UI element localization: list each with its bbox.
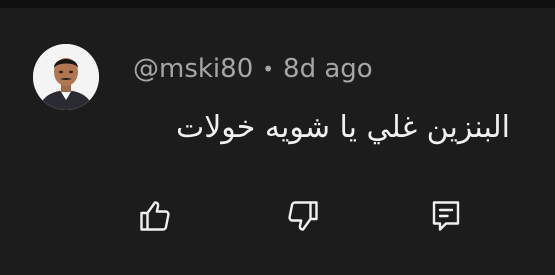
avatar-photo xyxy=(33,44,99,110)
reply-comment-icon xyxy=(432,201,460,231)
dislike-button[interactable] xyxy=(281,194,325,238)
comment-meta: @mski80 • 8d ago xyxy=(133,52,373,86)
author-handle[interactable]: @mski80 xyxy=(133,54,253,84)
reply-button[interactable] xyxy=(424,194,468,238)
comment-age: 8d ago xyxy=(283,54,373,84)
avatar[interactable] xyxy=(33,44,99,110)
comment-text: البنزين غلي يا شويه خولات xyxy=(175,110,510,145)
meta-separator: • xyxy=(262,57,275,81)
top-divider-bar xyxy=(0,0,555,8)
comment-card: @mski80 • 8d ago البنزين غلي يا شويه خول… xyxy=(0,8,555,275)
thumbs-down-icon xyxy=(288,201,318,231)
like-button[interactable] xyxy=(133,194,177,238)
thumbs-up-icon xyxy=(140,201,170,231)
